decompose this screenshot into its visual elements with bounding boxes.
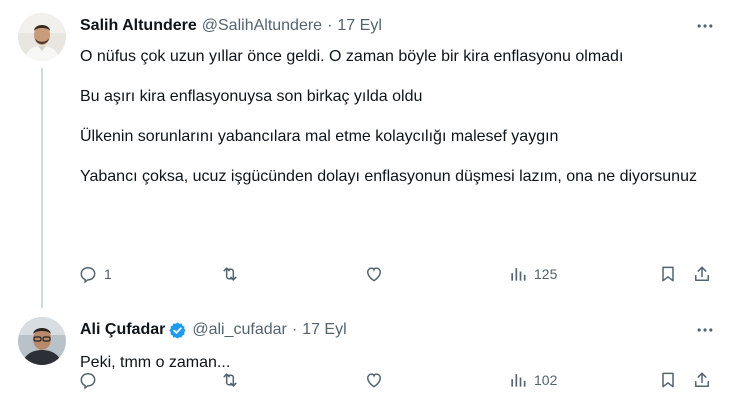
tweet-ali[interactable]: Ali Çufadar @ali_cufadar · 17 Eyl Peki, … bbox=[0, 312, 730, 420]
more-icon[interactable] bbox=[694, 15, 716, 37]
bookmark-button[interactable] bbox=[658, 262, 678, 286]
more-icon[interactable] bbox=[694, 319, 716, 341]
author-name[interactable]: Ali Çufadar bbox=[80, 321, 165, 339]
share-button[interactable] bbox=[692, 262, 712, 286]
like-icon bbox=[366, 267, 382, 282]
views-icon bbox=[511, 374, 526, 387]
like-button[interactable] bbox=[364, 262, 390, 286]
views-icon bbox=[511, 268, 526, 281]
retweet-button[interactable] bbox=[220, 368, 246, 392]
tweet-date[interactable]: 17 Eyl bbox=[302, 321, 346, 339]
share-icon bbox=[695, 372, 709, 387]
like-button[interactable] bbox=[364, 368, 390, 392]
reply-button[interactable]: 1 bbox=[78, 262, 112, 286]
author-name[interactable]: Salih Altundere bbox=[80, 17, 197, 35]
tweet-header: Salih Altundere @SalihAltundere · 17 Eyl bbox=[80, 15, 382, 37]
view-count: 125 bbox=[534, 266, 558, 282]
separator-dot: · bbox=[327, 17, 333, 34]
author-handle[interactable]: @ali_cufadar bbox=[192, 321, 287, 339]
retweet-icon bbox=[223, 267, 237, 281]
views-button[interactable]: 102 bbox=[508, 368, 557, 392]
avatar[interactable] bbox=[18, 317, 66, 365]
reply-count: 1 bbox=[104, 266, 112, 282]
share-button[interactable] bbox=[692, 368, 712, 392]
tweet-header: Ali Çufadar @ali_cufadar · 17 Eyl bbox=[80, 319, 347, 341]
bookmark-icon bbox=[662, 372, 674, 388]
tweet-text: O nüfus çok uzun yıllar önce geldi. O za… bbox=[80, 46, 720, 206]
reply-button[interactable] bbox=[78, 368, 104, 392]
tweet-salih[interactable]: Salih Altundere @SalihAltundere · 17 Eyl… bbox=[0, 0, 730, 312]
author-handle[interactable]: @SalihAltundere bbox=[202, 17, 322, 35]
retweet-icon bbox=[223, 373, 237, 387]
reply-icon bbox=[80, 372, 96, 390]
tweet-date[interactable]: 17 Eyl bbox=[337, 17, 381, 35]
tweet-actions: 1 125 bbox=[72, 262, 722, 286]
separator-dot: · bbox=[291, 321, 298, 338]
tweet-paragraph: Bu aşırı kira enflasyonuysa son birkaç y… bbox=[80, 88, 423, 105]
reply-icon bbox=[80, 266, 96, 284]
bookmark-button[interactable] bbox=[658, 368, 678, 392]
bookmark-icon bbox=[662, 266, 674, 282]
tweet-paragraph: Yabancı çoksa, ucuz işgücünden dolayı en… bbox=[80, 168, 697, 185]
share-icon bbox=[695, 266, 709, 281]
like-icon bbox=[366, 373, 382, 388]
tweet-paragraph: Ülkenin sorunlarını yabancılara mal etme… bbox=[80, 128, 559, 145]
views-button[interactable]: 125 bbox=[508, 262, 557, 286]
tweet-paragraph: O nüfus çok uzun yıllar önce geldi. O za… bbox=[80, 48, 624, 65]
tweet-actions: 102 bbox=[72, 368, 722, 392]
retweet-button[interactable] bbox=[220, 262, 246, 286]
verified-icon bbox=[169, 321, 186, 339]
avatar[interactable] bbox=[18, 13, 66, 61]
view-count: 102 bbox=[534, 372, 558, 388]
